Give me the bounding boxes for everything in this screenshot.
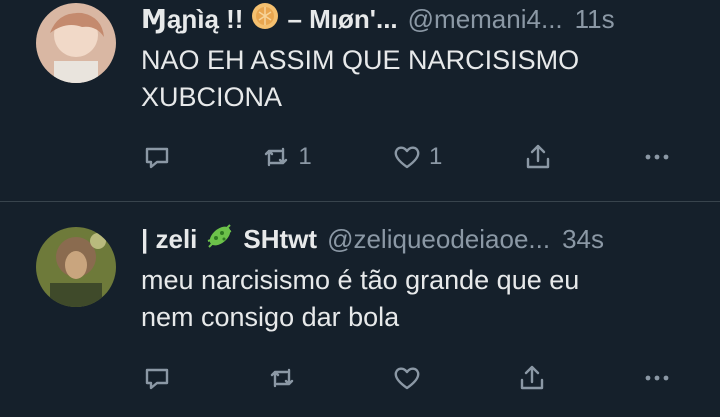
display-name[interactable]: Ɱąɲìą !! [141, 4, 243, 35]
avatar[interactable] [36, 227, 116, 307]
action-bar [141, 358, 681, 398]
action-bar: 1 1 [141, 137, 681, 177]
share-icon [520, 365, 544, 390]
display-name[interactable]: | zeli [141, 224, 197, 255]
waffle-emoji-icon [251, 2, 279, 37]
microbe-emoji-icon [205, 221, 235, 258]
more-button[interactable] [641, 362, 681, 394]
avatar[interactable] [36, 3, 116, 83]
avatar-image [36, 3, 116, 83]
retweet-button[interactable] [266, 362, 306, 394]
tweet-text-line: NAO EH ASSIM QUE NARCISISMO [141, 45, 580, 75]
tweet-text-line: meu narcisismo é tão grande que eu [141, 265, 580, 295]
reply-button[interactable] [141, 362, 181, 394]
reply-button[interactable] [141, 141, 181, 173]
reply-icon [145, 147, 169, 169]
more-icon [645, 154, 669, 160]
share-button[interactable] [516, 362, 556, 394]
display-name-suffix[interactable]: SHtwt [243, 224, 317, 255]
heart-icon [394, 146, 420, 169]
share-button[interactable] [522, 141, 562, 173]
retweet-icon [270, 368, 294, 388]
tweet-header: | zeli SHtwt @zeliqueodeiaoe... 34s [141, 220, 696, 258]
timestamp[interactable]: 34s [562, 224, 604, 255]
tweet-text-line: nem consigo dar bola [141, 302, 400, 332]
user-handle[interactable]: @zeliqueodeiaoe... [327, 224, 550, 255]
more-button[interactable] [641, 141, 681, 173]
like-button[interactable] [391, 362, 431, 394]
more-icon [645, 375, 669, 381]
like-button[interactable]: 1 [391, 141, 442, 173]
tweet-header: Ɱąɲìą !! – Mıøn'... @memani4... 11s [141, 0, 696, 38]
reply-icon [145, 368, 169, 390]
like-count: 1 [428, 143, 443, 170]
share-icon [526, 144, 549, 169]
retweet-count: 1 [298, 143, 312, 170]
tweet-text: NAO EH ASSIM QUE NARCISISMO XUBCIONA [141, 42, 696, 116]
display-name-suffix[interactable]: – Mıøn'... [287, 4, 397, 35]
tweet-text: meu narcisismo é tão grande que eu nem c… [141, 262, 696, 336]
timestamp[interactable]: 11s [575, 4, 615, 35]
heart-icon [394, 367, 420, 390]
user-handle[interactable]: @memani4... [408, 4, 563, 35]
retweet-button[interactable]: 1 [260, 141, 312, 173]
tweet-text-line: XUBCIONA [141, 82, 283, 112]
tweet-1[interactable]: Ɱąɲìą !! – Mıøn'... @memani4... 11s NAO … [0, 0, 720, 202]
avatar-image [36, 227, 116, 307]
retweet-icon [265, 147, 288, 167]
